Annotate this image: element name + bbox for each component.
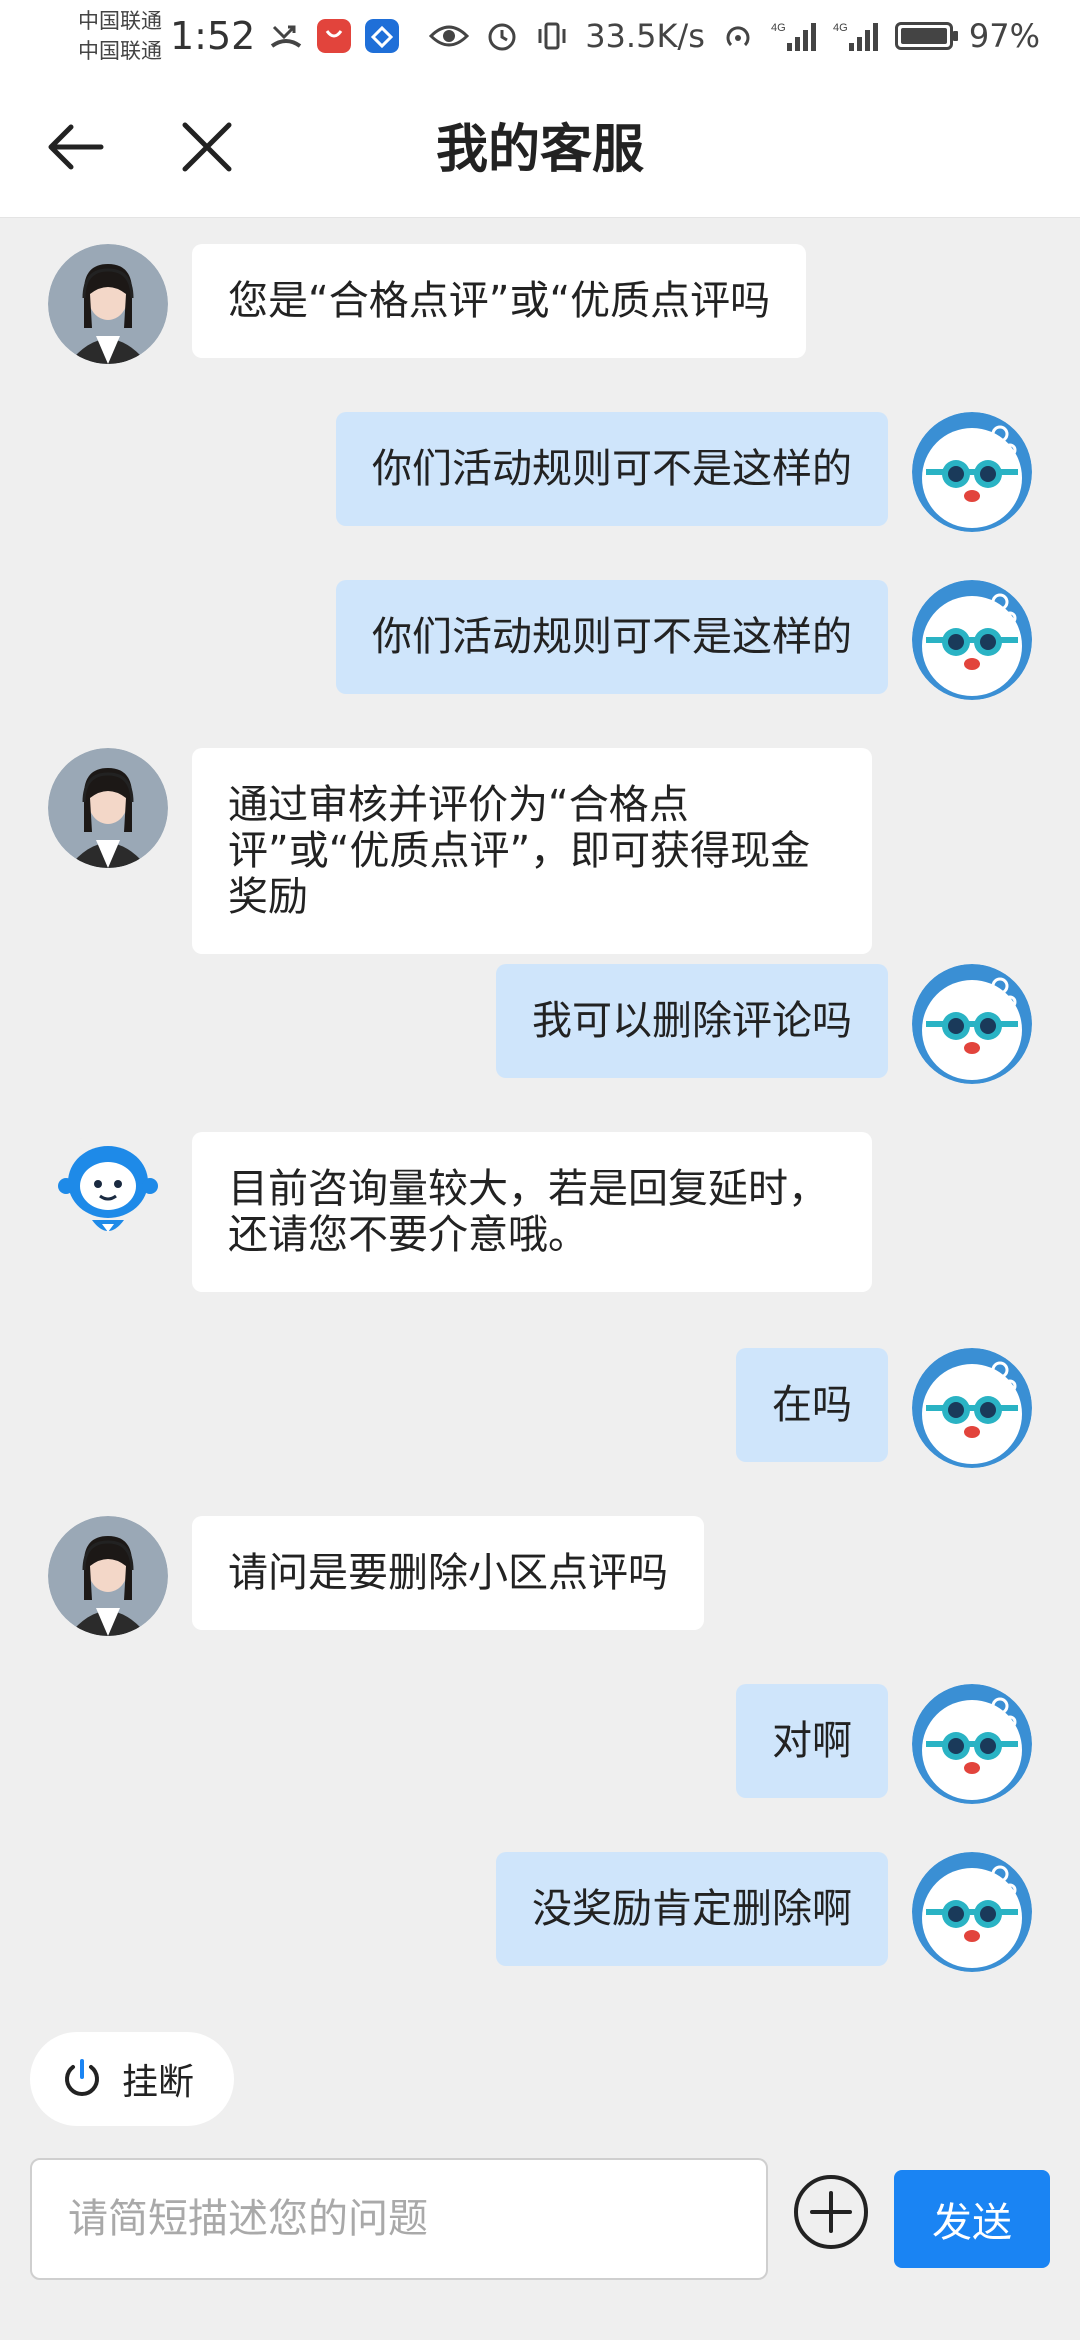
status-time: 1:52 <box>170 14 256 58</box>
message-bubble: 你们活动规则可不是这样的 <box>336 580 888 694</box>
robot-avatar <box>48 1132 168 1252</box>
eye-icon <box>429 25 470 47</box>
close-icon <box>182 122 232 172</box>
agent-avatar <box>48 1516 168 1636</box>
message-user: 你们活动规则可不是这样的 <box>336 412 1032 532</box>
message-input[interactable] <box>30 2158 768 2280</box>
user-mascot-avatar <box>912 1348 1032 1468</box>
notification-icons <box>269 19 400 53</box>
back-button[interactable] <box>40 112 110 182</box>
signal-4g-icon: 4G <box>771 22 816 51</box>
arrow-left-icon <box>48 124 104 170</box>
battery-percent: 97% <box>968 17 1040 55</box>
user-mascot-avatar <box>912 580 1032 700</box>
network-speed: 33.5K/s <box>585 17 705 55</box>
hotspot-icon <box>726 26 750 47</box>
carrier-info: 中国联通 中国联通 <box>78 6 162 66</box>
missed-call-icon <box>271 25 302 48</box>
app-header: 我的客服 <box>0 72 1080 218</box>
message-bubble: 在吗 <box>736 1348 888 1462</box>
huawei-store-icon <box>317 19 352 53</box>
carrier-2: 中国联通 <box>78 39 162 63</box>
close-button[interactable] <box>172 112 242 182</box>
message-user: 在吗 <box>736 1348 1032 1468</box>
page-title: 我的客服 <box>435 120 644 180</box>
message-bubble: 目前咨询量较大，若是回复延时，还请您不要介意哦。 <box>192 1132 872 1292</box>
message-bot: 目前咨询量较大，若是回复延时，还请您不要介意哦。 <box>48 1132 872 1292</box>
alarm-icon <box>488 23 516 51</box>
ai-assistant-icon <box>365 19 400 53</box>
chat-messages: 您是“合格点评”或“优质点评吗 你们活动规则可不是这样的 你们活动规则可不是这样… <box>0 218 1080 2000</box>
user-mascot-avatar <box>912 964 1032 1084</box>
message-agent: 您是“合格点评”或“优质点评吗 <box>48 244 807 364</box>
message-bubble: 你们活动规则可不是这样的 <box>336 412 888 526</box>
message-user: 没奖励肯定删除啊 <box>496 1852 1032 1972</box>
add-attachment-button[interactable] <box>792 2173 870 2251</box>
battery-icon <box>894 22 958 50</box>
message-bubble: 请问是要删除小区点评吗 <box>192 1516 704 1630</box>
message-bubble: 对啊 <box>736 1684 888 1798</box>
vibrate-icon <box>538 22 566 50</box>
message-bubble: 您是“合格点评”或“优质点评吗 <box>192 244 807 358</box>
message-user: 你们活动规则可不是这样的 <box>336 580 1032 700</box>
message-bubble: 通过审核并评价为“合格点评”或“优质点评”，即可获得现金奖励 <box>192 748 872 954</box>
message-user: 我可以删除评论吗 <box>496 964 1032 1084</box>
message-bubble: 没奖励肯定删除啊 <box>496 1852 888 1966</box>
carrier-1: 中国联通 <box>78 9 162 33</box>
status-right: 33.5K/s 4G 4G 97% <box>429 17 1040 55</box>
user-mascot-avatar <box>912 1852 1032 1972</box>
hangup-label: 挂断 <box>122 2062 195 2103</box>
message-bubble: 我可以删除评论吗 <box>496 964 888 1078</box>
agent-avatar <box>48 748 168 868</box>
signal-4g-icon-2: 4G <box>833 22 878 51</box>
svg-text:4G: 4G <box>833 22 848 34</box>
user-mascot-avatar <box>912 1684 1032 1804</box>
message-agent: 请问是要删除小区点评吗 <box>48 1516 704 1636</box>
message-user: 对啊 <box>736 1684 1032 1804</box>
status-bar: 中国联通 中国联通 1:52 33.5K/s 4G 4G 97% <box>0 0 1080 72</box>
agent-avatar <box>48 244 168 364</box>
message-agent: 通过审核并评价为“合格点评”或“优质点评”，即可获得现金奖励 <box>48 748 872 954</box>
svg-text:4G: 4G <box>771 22 786 34</box>
user-mascot-avatar <box>912 412 1032 532</box>
hangup-button[interactable]: 挂断 <box>30 2032 235 2126</box>
power-icon <box>65 2059 99 2096</box>
send-button[interactable]: 发送 <box>894 2170 1050 2268</box>
